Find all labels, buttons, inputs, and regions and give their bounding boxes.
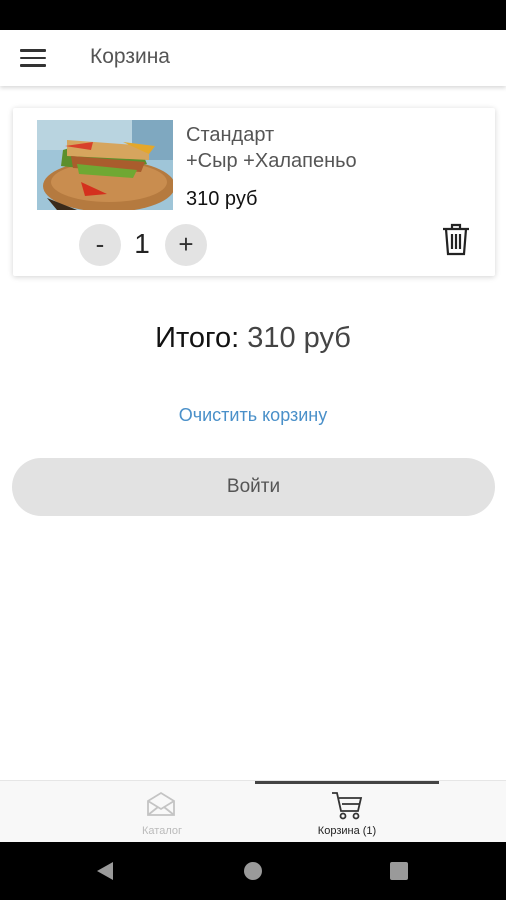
item-price: 310 руб	[186, 188, 258, 210]
item-name: Стандарт +Сыр +Халапеньо	[186, 122, 357, 174]
tab-catalog-label: Каталог	[142, 825, 182, 837]
login-button[interactable]: Войти	[12, 458, 495, 516]
item-options: +Сыр +Халапеньо	[186, 150, 357, 172]
tab-catalog[interactable]: Каталог	[70, 781, 254, 843]
trash-icon[interactable]	[441, 222, 471, 256]
system-navigation-bar	[0, 842, 506, 900]
clear-cart-link[interactable]: Очистить корзину	[0, 405, 506, 426]
cart-item-card: Стандарт +Сыр +Халапеньо 310 руб - 1 +	[13, 108, 495, 276]
hamburger-menu-icon[interactable]	[20, 48, 46, 68]
tab-cart[interactable]: Корзина (1)	[255, 781, 439, 843]
total-label: Итого:	[155, 322, 240, 354]
decrease-quantity-button[interactable]: -	[79, 224, 121, 266]
envelope-icon	[147, 791, 175, 816]
total-value: 310 руб	[247, 322, 351, 354]
item-title: Стандарт	[186, 124, 275, 146]
page-title: Корзина	[90, 45, 170, 68]
app-bar: Корзина	[0, 30, 506, 86]
increase-quantity-button[interactable]: +	[165, 224, 207, 266]
cart-icon	[332, 792, 363, 820]
item-image	[37, 120, 173, 210]
recent-apps-icon[interactable]	[390, 862, 408, 880]
bottom-navigation: Каталог Корзина (1)	[0, 780, 506, 842]
status-bar	[0, 0, 506, 30]
quantity-value: 1	[134, 228, 150, 259]
order-total: Итого: 310 руб	[0, 322, 506, 355]
back-icon[interactable]	[96, 861, 114, 881]
tab-cart-label: Корзина (1)	[317, 825, 377, 837]
home-icon[interactable]	[244, 862, 262, 880]
